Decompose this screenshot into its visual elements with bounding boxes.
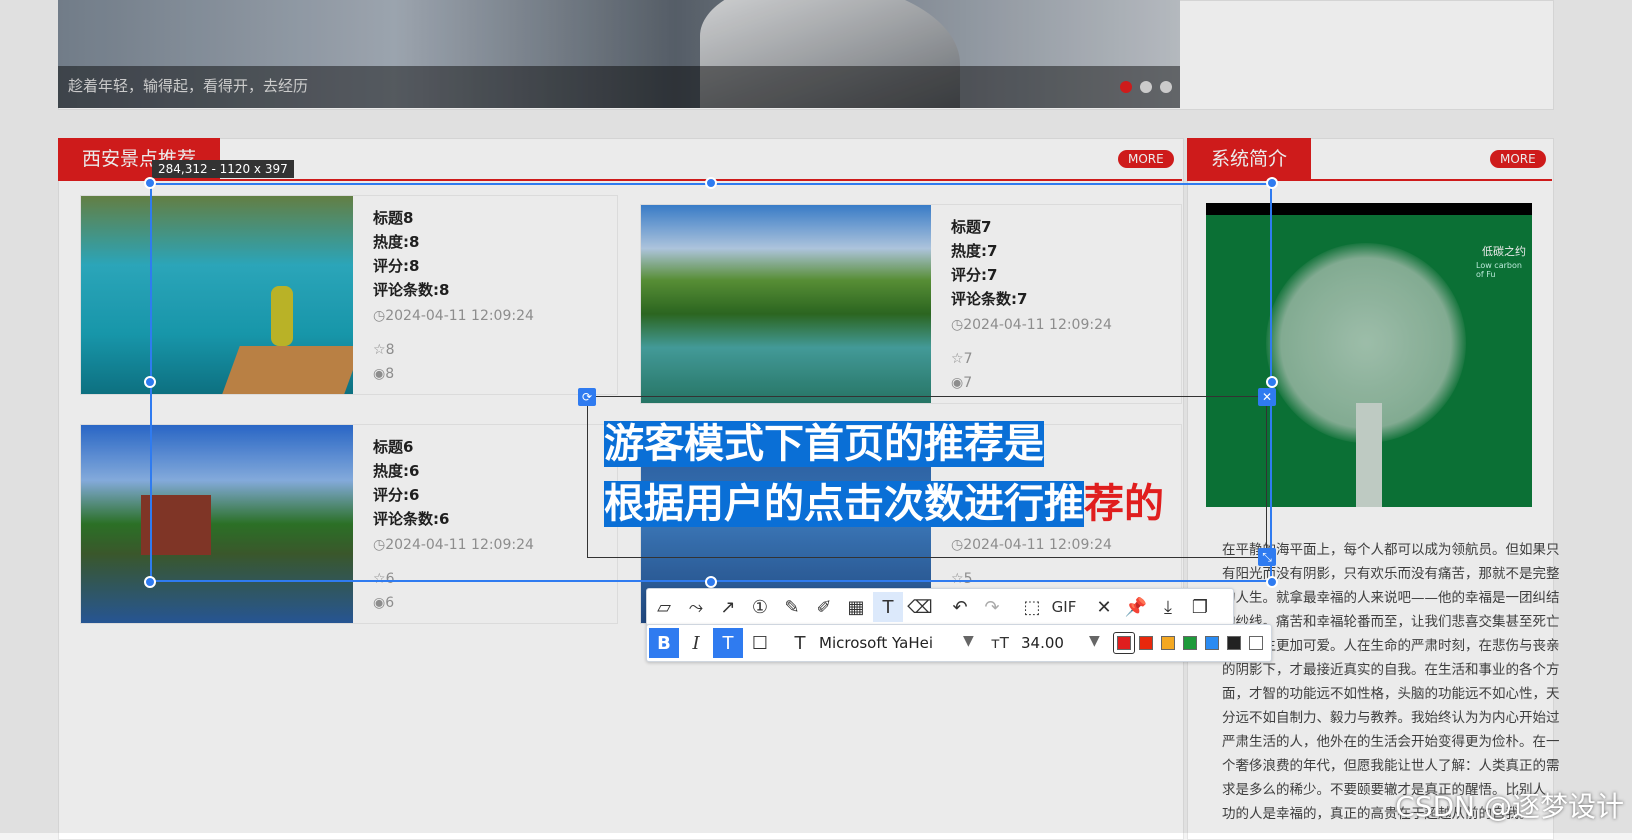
cancel-icon[interactable]: ✕ xyxy=(1089,592,1119,622)
poster-subtitle: Low carbon of Fu xyxy=(1476,261,1522,279)
text-style-toolbar: B I T ☐ T Microsoft YaHei ▼ ᴛT 34.00 ▼ xyxy=(646,624,1272,662)
resize-handle[interactable] xyxy=(1266,576,1278,588)
color-swatch[interactable] xyxy=(1117,636,1131,650)
resize-handle[interactable] xyxy=(144,177,156,189)
rotate-icon[interactable]: ⟳ xyxy=(578,388,596,406)
chevron-down-icon[interactable]: ▼ xyxy=(963,633,974,649)
banner-carousel[interactable]: 趁着年轻，输得起，看得开，去经历 xyxy=(58,0,1180,108)
more-button[interactable]: MORE xyxy=(1490,150,1546,168)
arrow-icon[interactable]: ↗ xyxy=(713,592,743,622)
section-title-intro: 系统简介 xyxy=(1187,138,1312,180)
number-marker-icon[interactable]: ① xyxy=(745,592,775,622)
font-size-select[interactable]: 34.00 xyxy=(1021,634,1064,652)
banner-caption: 趁着年轻，输得起，看得开，去经历 xyxy=(68,77,309,95)
redo-icon[interactable]: ↷ xyxy=(977,592,1007,622)
color-swatch[interactable] xyxy=(1205,636,1219,650)
font-family-select[interactable]: Microsoft YaHei xyxy=(819,634,933,652)
copy-icon[interactable]: ❐ xyxy=(1185,592,1215,622)
color-swatch[interactable] xyxy=(1227,636,1241,650)
font-icon: T xyxy=(794,632,806,654)
pen-icon[interactable]: ✎ xyxy=(777,592,807,622)
color-swatch[interactable] xyxy=(1139,636,1153,650)
mosaic-icon[interactable]: ▦ xyxy=(841,592,871,622)
color-swatch[interactable] xyxy=(1183,636,1197,650)
undo-icon[interactable]: ↶ xyxy=(945,592,975,622)
resize-handle[interactable] xyxy=(144,576,156,588)
pin-icon[interactable]: 📌 xyxy=(1121,592,1151,622)
resize-handle[interactable] xyxy=(144,376,156,388)
resize-handle[interactable] xyxy=(1266,376,1278,388)
color-swatch[interactable] xyxy=(1161,636,1175,650)
gif-button[interactable]: GIF xyxy=(1049,592,1079,622)
scale-icon[interactable]: ⤡ xyxy=(1258,548,1276,566)
chevron-down-icon[interactable]: ▼ xyxy=(1089,633,1100,649)
eraser-icon[interactable]: ⌫ xyxy=(905,592,935,622)
text-background-button[interactable]: T xyxy=(713,628,743,658)
text-tool-icon[interactable]: T xyxy=(873,592,903,622)
resize-handle[interactable] xyxy=(705,576,717,588)
close-icon[interactable]: ✕ xyxy=(1258,388,1276,406)
section-divider xyxy=(1187,179,1552,181)
watermark: CSDN @逐梦设计 xyxy=(1395,790,1624,823)
resize-handle[interactable] xyxy=(705,177,717,189)
annotation-toolbar: ▱ ⤳ ↗ ① ✎ ✐ ▦ T ⌫ ↶ ↷ ⬚ GIF ✕ 📌 ⤓ ❐ xyxy=(646,588,1234,626)
carousel-dot[interactable] xyxy=(1160,81,1172,93)
color-swatch[interactable] xyxy=(1249,636,1263,650)
card-views: 6 xyxy=(385,595,395,611)
scroll-capture-icon[interactable]: ⬚ xyxy=(1017,592,1047,622)
tree-trunk xyxy=(1356,403,1382,507)
carousel-dot-active[interactable] xyxy=(1120,81,1132,93)
download-icon[interactable]: ⤓ xyxy=(1153,592,1183,622)
polyline-icon[interactable]: ⤳ xyxy=(681,592,711,622)
highlighter-icon[interactable]: ✐ xyxy=(809,592,839,622)
carousel-dot[interactable] xyxy=(1140,81,1152,93)
bold-button[interactable]: B xyxy=(649,628,679,658)
annotation-line-2[interactable]: 根据用户的点击次数进行推 xyxy=(604,481,1084,527)
text-color-box-icon[interactable]: ☐ xyxy=(745,628,775,658)
italic-button[interactable]: I xyxy=(681,628,711,658)
eye-icon: ◉ xyxy=(373,595,386,611)
poster-title: 低碳之约 xyxy=(1482,245,1526,258)
selection-size-label: 284,312 - 1120 x 397 xyxy=(152,160,294,178)
section-divider xyxy=(58,179,1182,181)
shape-icon[interactable]: ▱ xyxy=(649,592,679,622)
font-size-icon: ᴛT xyxy=(991,634,1009,652)
annotation-line-1[interactable]: 游客模式下首页的推荐是 xyxy=(604,421,1044,467)
annotation-line-2-red[interactable]: 荐的 xyxy=(1084,481,1164,527)
resize-handle[interactable] xyxy=(1266,177,1278,189)
more-button[interactable]: MORE xyxy=(1118,150,1174,168)
